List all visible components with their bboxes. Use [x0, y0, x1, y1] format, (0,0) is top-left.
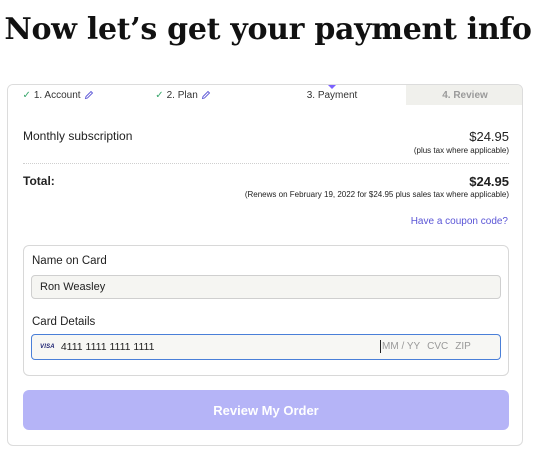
subscription-row: Monthly subscription $24.95 (plus tax wh…: [23, 129, 509, 159]
cvc-field[interactable]: CVC: [427, 341, 448, 352]
step-payment: 3. Payment: [258, 85, 406, 105]
name-on-card-value: Ron Weasley: [40, 281, 106, 293]
card-details-label: Card Details: [32, 316, 96, 328]
coupon-link[interactable]: Have a coupon code?: [411, 216, 508, 227]
visa-icon: VISA: [40, 344, 55, 350]
payment-form: Name on Card Ron Weasley Card Details VI…: [23, 245, 509, 376]
page-title: Now let’s get your payment info: [4, 12, 532, 47]
check-icon: ✓: [22, 89, 31, 101]
step-plan[interactable]: ✓ 2. Plan: [108, 85, 258, 105]
step-account[interactable]: ✓ 1. Account: [8, 85, 108, 105]
name-on-card-label: Name on Card: [32, 255, 107, 267]
total-label: Total:: [23, 174, 55, 188]
review-order-button[interactable]: Review My Order: [23, 390, 509, 430]
pencil-icon[interactable]: [84, 90, 94, 100]
check-icon: ✓: [155, 89, 164, 101]
name-on-card-input[interactable]: Ron Weasley: [31, 275, 501, 299]
subscription-note: (plus tax where applicable): [413, 146, 509, 155]
total-note: (Renews on February 19, 2022 for $24.95 …: [244, 190, 509, 199]
text-caret: [380, 339, 381, 353]
card-details-input[interactable]: VISA 4111 1111 1111 1111 MM / YY CVC ZIP: [31, 334, 501, 360]
total-amount: $24.95: [469, 174, 509, 189]
divider: [23, 163, 509, 164]
step-review: 4. Review: [406, 85, 522, 105]
subscription-label: Monthly subscription: [23, 129, 133, 143]
checkout-card: ✓ 1. Account ✓ 2. Plan 3. Payment 4. Rev…: [7, 84, 523, 446]
expiry-field[interactable]: MM / YY: [382, 341, 420, 352]
card-number-value: 4111 1111 1111 1111: [60, 341, 155, 353]
total-row: Total: $24.95 (Renews on February 19, 20…: [23, 174, 509, 204]
zip-field[interactable]: ZIP: [455, 341, 471, 352]
step-label: 2. Plan: [166, 89, 198, 101]
progress-steps: ✓ 1. Account ✓ 2. Plan 3. Payment 4. Rev…: [8, 85, 522, 105]
pencil-icon[interactable]: [201, 90, 211, 100]
step-label: 1. Account: [33, 89, 81, 101]
step-label: 3. Payment: [306, 89, 358, 101]
card-aux-fields: MM / YY CVC ZIP: [380, 335, 471, 357]
subscription-amount: $24.95: [469, 129, 509, 144]
step-label: 4. Review: [442, 89, 488, 101]
